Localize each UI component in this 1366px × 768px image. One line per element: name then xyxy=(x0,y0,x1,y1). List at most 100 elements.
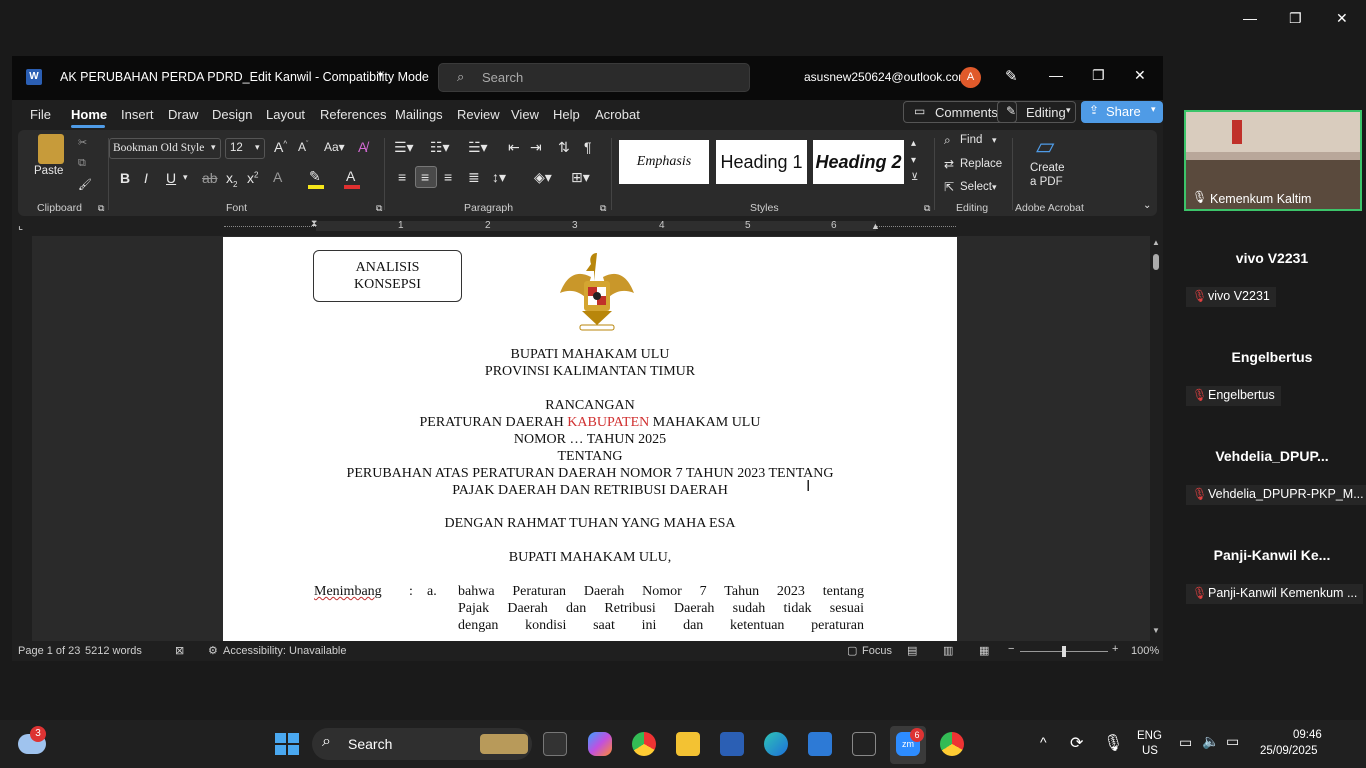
collapse-ribbon-icon[interactable]: ⌄ xyxy=(1143,200,1151,211)
desktop-close-icon[interactable]: ✕ xyxy=(1336,10,1348,27)
chevron-down-icon[interactable]: ▾ xyxy=(992,182,997,193)
clock-date[interactable]: 25/09/2025 xyxy=(1260,745,1318,757)
tab-selector-icon[interactable]: ⌞ xyxy=(18,219,23,232)
tab-layout[interactable]: Layout xyxy=(266,107,305,122)
replace-button[interactable]: Replace xyxy=(960,158,1002,170)
font-name-field[interactable]: Bookman Old Style ▾ xyxy=(109,138,221,159)
select-icon[interactable]: ⇱ xyxy=(944,180,954,194)
dialog-launcher-icon[interactable]: ⧉ xyxy=(924,203,930,214)
tab-review[interactable]: Review xyxy=(457,107,500,122)
microphone-icon[interactable]: 🎙 xyxy=(1103,733,1123,753)
show-formatting-icon[interactable]: ¶ xyxy=(584,139,592,155)
copy-icon[interactable]: ⧉ xyxy=(78,157,86,170)
start-icon[interactable] xyxy=(275,733,299,755)
tab-draw[interactable]: Draw xyxy=(168,107,198,122)
read-mode-icon[interactable]: ▤ xyxy=(907,644,917,657)
copilot-icon[interactable] xyxy=(588,732,612,756)
accessibility-status[interactable]: Accessibility: Unavailable xyxy=(223,645,347,657)
dialog-launcher-icon[interactable]: ⧉ xyxy=(376,203,382,214)
align-center-button[interactable]: ≡ xyxy=(415,166,437,188)
sort-icon[interactable]: ⇅ xyxy=(558,139,570,156)
shrink-font-icon[interactable]: Aˇ xyxy=(298,140,308,154)
print-layout-icon[interactable]: ▥ xyxy=(943,644,953,657)
borders-icon[interactable]: ⊞▾ xyxy=(571,169,590,186)
edge-icon[interactable] xyxy=(764,732,788,756)
taskbar-search[interactable]: ⌕ Search xyxy=(312,728,532,760)
volume-icon[interactable]: 🔈 xyxy=(1202,733,1219,750)
title-chevron-icon[interactable]: ▾ xyxy=(378,70,383,81)
replace-icon[interactable]: ⇄ xyxy=(944,157,954,171)
zoom-app-button[interactable]: zm 6 xyxy=(890,726,926,764)
language-line-2[interactable]: US xyxy=(1142,745,1158,757)
tab-insert[interactable]: Insert xyxy=(121,107,154,122)
chrome-profile-icon[interactable] xyxy=(940,732,964,756)
close-icon[interactable]: ✕ xyxy=(1134,67,1146,84)
word-app-icon[interactable] xyxy=(720,732,744,756)
battery-icon[interactable]: ▭ xyxy=(1226,733,1239,750)
restore-icon[interactable]: ❐ xyxy=(1092,67,1105,84)
tab-references[interactable]: References xyxy=(320,107,386,122)
text-effects-icon[interactable]: A xyxy=(273,169,282,185)
scroll-down-icon[interactable]: ▼ xyxy=(1152,626,1160,635)
desktop-minimize-icon[interactable]: — xyxy=(1243,10,1257,26)
tab-design[interactable]: Design xyxy=(212,107,252,122)
focus-button[interactable]: Focus xyxy=(862,645,892,657)
file-explorer-icon[interactable] xyxy=(676,732,700,756)
subscript-icon[interactable]: x2 xyxy=(226,170,237,189)
avatar[interactable]: A xyxy=(960,67,981,88)
font-color-icon[interactable]: A xyxy=(346,168,355,184)
share-button[interactable]: ⇪ Share ▾ xyxy=(1081,101,1163,123)
styles-more-icon[interactable]: ⊻ xyxy=(911,172,918,183)
right-indent-icon[interactable]: ▲ xyxy=(871,221,880,231)
clock-time[interactable]: 09:46 xyxy=(1293,729,1322,741)
create-pdf-icon[interactable]: ▱ xyxy=(1036,132,1054,161)
highlight-icon[interactable]: ✎ xyxy=(309,168,321,185)
language-line-1[interactable]: ENG xyxy=(1137,730,1162,742)
cut-icon[interactable]: ✂ xyxy=(78,136,87,149)
focus-icon[interactable]: ▢ xyxy=(847,644,857,657)
zoom-out-icon[interactable]: − xyxy=(1008,643,1014,655)
strikethrough-icon[interactable]: ab xyxy=(202,170,218,186)
dialog-launcher-icon[interactable]: ⧉ xyxy=(98,203,104,214)
sync-icon[interactable]: ⟳ xyxy=(1070,733,1083,753)
tab-acrobat[interactable]: Acrobat xyxy=(595,107,640,122)
page-count[interactable]: Page 1 of 23 xyxy=(18,645,80,657)
word-count[interactable]: 5212 words xyxy=(85,645,142,657)
bold-icon[interactable]: B xyxy=(120,170,130,186)
tab-help[interactable]: Help xyxy=(553,107,580,122)
editing-mode-button[interactable]: ✎ Editing ▾ xyxy=(997,101,1076,123)
account-email[interactable]: asusnew250624@outlook.com xyxy=(804,70,968,84)
multilevel-list-icon[interactable]: ☱▾ xyxy=(468,139,488,156)
styles-scroll-up-icon[interactable]: ▴ xyxy=(911,138,916,149)
superscript-icon[interactable]: x2 xyxy=(247,170,258,186)
styles-scroll-down-icon[interactable]: ▾ xyxy=(911,155,916,166)
scroll-thumb[interactable] xyxy=(1153,254,1159,270)
format-painter-icon[interactable]: 🖌 xyxy=(78,178,92,191)
zoom-level[interactable]: 100% xyxy=(1131,645,1159,657)
bullets-icon[interactable]: ☰▾ xyxy=(394,139,414,156)
participant-video[interactable]: 🎙 Kemenkum Kaltim xyxy=(1184,110,1362,211)
italic-icon[interactable]: I xyxy=(144,170,148,186)
proofing-icon[interactable]: ⊠ xyxy=(175,644,184,657)
line-spacing-icon[interactable]: ↕▾ xyxy=(492,169,506,186)
create-pdf-line2[interactable]: a PDF xyxy=(1030,176,1063,188)
accessibility-icon[interactable]: ⚙ xyxy=(208,644,218,657)
task-view-icon[interactable] xyxy=(543,732,567,756)
find-button[interactable]: Find xyxy=(960,134,982,146)
chevron-down-icon[interactable]: ▾ xyxy=(183,172,188,183)
underline-icon[interactable]: U xyxy=(166,170,176,186)
select-button[interactable]: Select xyxy=(960,181,992,193)
clear-formatting-icon[interactable]: A̸ xyxy=(358,139,367,155)
document-page[interactable]: ANALISIS KONSEPSI BUPATI MAHAKAM ULU PRO… xyxy=(223,237,957,641)
tab-file[interactable]: File xyxy=(30,107,51,122)
indent-marker-icon[interactable]: ⧗ xyxy=(311,218,317,229)
desktop-restore-icon[interactable]: ❐ xyxy=(1289,10,1302,27)
chrome-icon[interactable] xyxy=(632,732,656,756)
sticky-app-icon[interactable] xyxy=(852,732,876,756)
justify-icon[interactable]: ≣ xyxy=(468,169,480,186)
notepad-icon[interactable] xyxy=(808,732,832,756)
change-case-icon[interactable]: Aa▾ xyxy=(324,140,345,154)
web-layout-icon[interactable]: ▦ xyxy=(979,644,989,657)
shading-icon[interactable]: ◈▾ xyxy=(534,169,552,186)
paste-icon[interactable] xyxy=(38,134,64,164)
